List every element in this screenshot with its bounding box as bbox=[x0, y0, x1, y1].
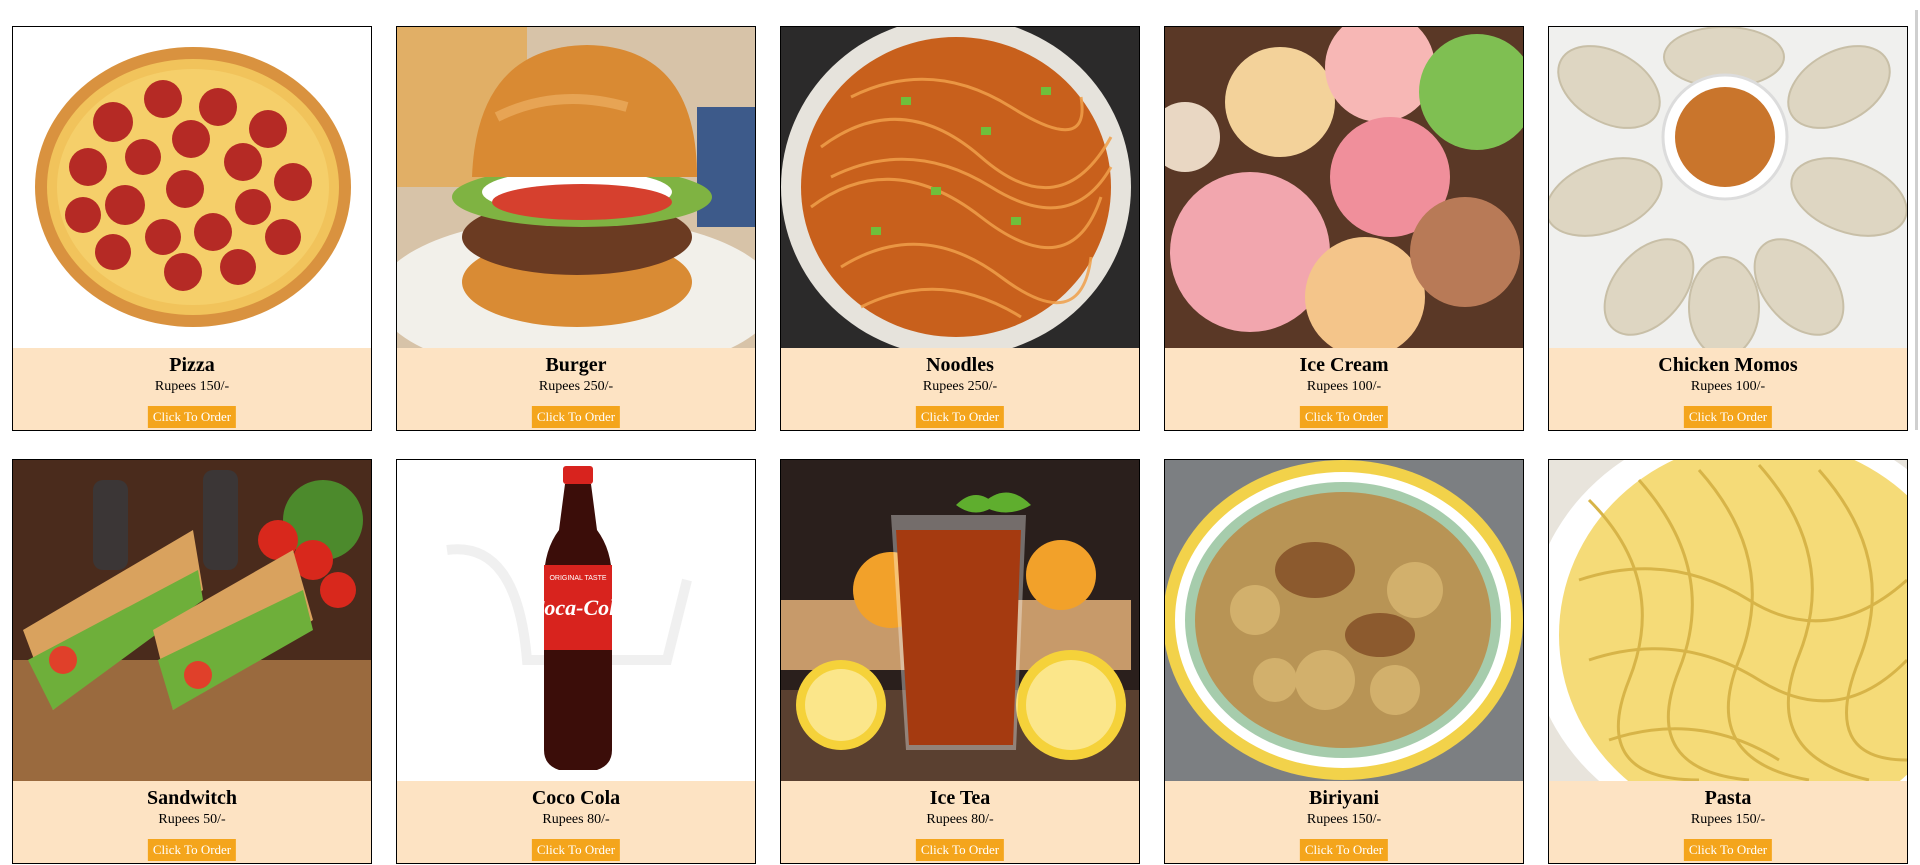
menu-card-sandwitch: Sandwitch Rupees 50/- Click To Order bbox=[12, 459, 372, 864]
menu-card-ice-tea: Ice Tea Rupees 80/- Click To Order bbox=[780, 459, 1140, 864]
item-name: Pizza bbox=[169, 354, 215, 376]
item-name: Coco Cola bbox=[531, 787, 621, 809]
item-price: Rupees 100/- bbox=[1690, 379, 1766, 394]
svg-text:ORIGINAL TASTE: ORIGINAL TASTE bbox=[549, 575, 606, 582]
menu-card-pizza: Pizza Rupees 150/- Click To Order bbox=[12, 26, 372, 431]
item-name: Ice Cream bbox=[1299, 354, 1389, 376]
menu-card-ice-cream: Ice Cream Rupees 100/- Click To Order bbox=[1164, 26, 1524, 431]
item-price: Rupees 150/- bbox=[154, 379, 230, 394]
noodles-image bbox=[781, 27, 1139, 348]
item-price: Rupees 250/- bbox=[538, 379, 614, 394]
vertical-scrollbar[interactable] bbox=[1910, 0, 1920, 865]
item-price: Rupees 150/- bbox=[1306, 812, 1382, 827]
item-price: Rupees 50/- bbox=[158, 812, 226, 827]
item-price: Rupees 80/- bbox=[542, 812, 610, 827]
item-price: Rupees 250/- bbox=[922, 379, 998, 394]
menu-card-biriyani: Biriyani Rupees 150/- Click To Order bbox=[1164, 459, 1524, 864]
menu-grid: Pizza Rupees 150/- Click To Order Burger… bbox=[12, 26, 1908, 864]
scrollbar-thumb[interactable] bbox=[1915, 10, 1918, 430]
item-name: Sandwitch bbox=[146, 787, 238, 809]
menu-card-noodles: Noodles Rupees 250/- Click To Order bbox=[780, 26, 1140, 431]
sandwich-image bbox=[13, 460, 371, 781]
order-button-pizza[interactable]: Click To Order bbox=[147, 406, 237, 428]
biriyani-image bbox=[1165, 460, 1523, 781]
order-button-ice-cream[interactable]: Click To Order bbox=[1299, 406, 1389, 428]
item-name: Ice Tea bbox=[929, 787, 991, 809]
item-price: Rupees 100/- bbox=[1306, 379, 1382, 394]
svg-text:Coca-Cola: Coca-Cola bbox=[530, 595, 627, 620]
pizza-image bbox=[13, 27, 371, 348]
item-name: Chicken Momos bbox=[1658, 354, 1798, 376]
order-button-noodles[interactable]: Click To Order bbox=[915, 406, 1005, 428]
order-button-ice-tea[interactable]: Click To Order bbox=[915, 839, 1005, 861]
item-name: Noodles bbox=[926, 354, 994, 376]
ice-tea-image bbox=[781, 460, 1139, 781]
menu-card-coco-cola: Coca-Cola ORIGINAL TASTE Coco Cola Rupee… bbox=[396, 459, 756, 864]
item-name: Biriyani bbox=[1308, 787, 1379, 809]
order-button-burger[interactable]: Click To Order bbox=[531, 406, 621, 428]
order-button-pasta[interactable]: Click To Order bbox=[1683, 839, 1773, 861]
menu-card-burger: Burger Rupees 250/- Click To Order bbox=[396, 26, 756, 431]
order-button-biriyani[interactable]: Click To Order bbox=[1299, 839, 1389, 861]
menu-card-chicken-momos: Chicken Momos Rupees 100/- Click To Orde… bbox=[1548, 26, 1908, 431]
menu-card-pasta: Pasta Rupees 150/- Click To Order bbox=[1548, 459, 1908, 864]
item-name: Pasta bbox=[1704, 787, 1752, 809]
item-name: Burger bbox=[545, 354, 607, 376]
ice-cream-image bbox=[1165, 27, 1523, 348]
burger-image bbox=[397, 27, 755, 348]
order-button-sandwitch[interactable]: Click To Order bbox=[147, 839, 237, 861]
item-price: Rupees 150/- bbox=[1690, 812, 1766, 827]
item-price: Rupees 80/- bbox=[926, 812, 994, 827]
order-button-coco-cola[interactable]: Click To Order bbox=[531, 839, 621, 861]
pasta-image bbox=[1549, 460, 1907, 781]
cola-bottle-image: Coca-Cola ORIGINAL TASTE bbox=[397, 460, 755, 781]
momos-image bbox=[1549, 27, 1907, 348]
order-button-chicken-momos[interactable]: Click To Order bbox=[1683, 406, 1773, 428]
